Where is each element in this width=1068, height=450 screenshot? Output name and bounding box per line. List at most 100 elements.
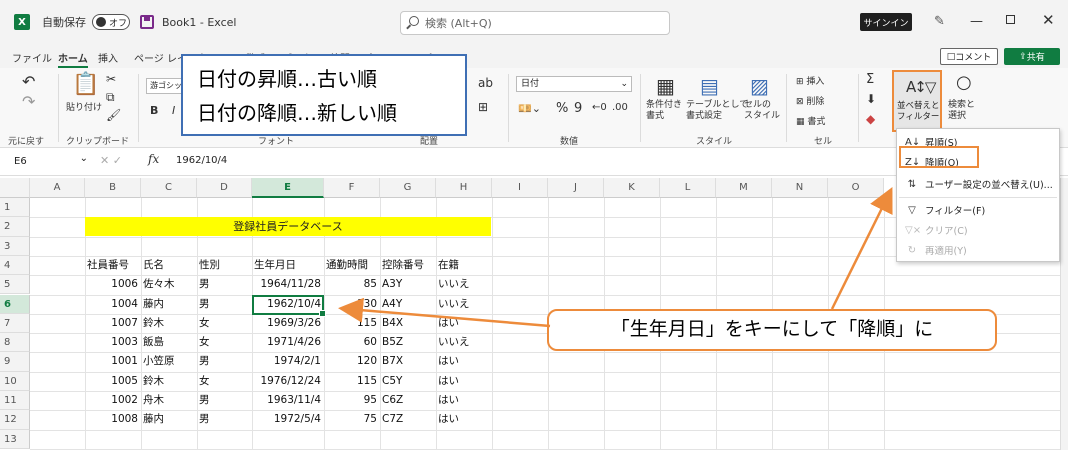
font-name-select[interactable]: 游ゴシック — [146, 78, 186, 94]
conditional-format-button[interactable]: 条件付き 書式 — [646, 100, 682, 122]
column-header-g[interactable]: G — [380, 178, 436, 198]
data-cell[interactable]: 85 — [324, 275, 377, 293]
data-cell[interactable]: 1007 — [85, 314, 138, 332]
tab-insert[interactable]: 挿入 — [98, 50, 118, 65]
data-cell[interactable]: 男 — [199, 295, 210, 313]
cut-icon[interactable]: ✂ — [106, 72, 116, 86]
data-cell[interactable]: はい — [438, 410, 459, 428]
sort-menu-item[interactable]: ▽ フィルター(F) — [905, 203, 985, 218]
data-cell[interactable]: 男 — [199, 410, 210, 428]
data-cell[interactable]: 1003 — [85, 333, 138, 351]
cell-style-button[interactable]: セルの スタイル — [744, 100, 780, 122]
row-header-3[interactable]: 3 — [0, 236, 30, 256]
select-all-corner[interactable] — [0, 178, 30, 198]
data-cell[interactable]: 藤内 — [143, 295, 164, 313]
cell-style-icon[interactable]: ▨ — [750, 74, 769, 98]
header-cell[interactable]: 社員番号 — [87, 256, 129, 274]
data-cell[interactable]: 115 — [324, 314, 377, 332]
data-cell[interactable]: はい — [438, 352, 459, 370]
data-cell[interactable]: 飯島 — [143, 333, 164, 351]
data-cell[interactable]: A4Y — [382, 295, 402, 313]
cancel-confirm-icons[interactable]: ✕ ✓ — [100, 154, 122, 167]
data-cell[interactable]: 120 — [324, 352, 377, 370]
row-header-5[interactable]: 5 — [0, 275, 30, 295]
data-cell[interactable]: いいえ — [438, 333, 470, 351]
row-header-11[interactable]: 11 — [0, 391, 30, 411]
header-cell[interactable]: 控除番号 — [382, 256, 424, 274]
data-cell[interactable]: 1005 — [85, 372, 138, 390]
delete-cells-button[interactable]: ⊠ 削除 — [796, 94, 824, 107]
data-cell[interactable]: 藤内 — [143, 410, 164, 428]
column-header-l[interactable]: L — [660, 178, 716, 198]
data-cell[interactable]: 1972/5/4 — [252, 410, 321, 428]
comma-icon[interactable]: 9 — [574, 101, 582, 116]
data-cell[interactable]: 男 — [199, 391, 210, 409]
save-icon[interactable] — [140, 15, 154, 29]
data-cell[interactable]: 1963/11/4 — [252, 391, 321, 409]
row-header-6[interactable]: 6 — [0, 294, 30, 314]
data-cell[interactable]: 1004 — [85, 295, 138, 313]
column-header-c[interactable]: C — [141, 178, 197, 198]
data-cell[interactable]: 1001 — [85, 352, 138, 370]
format-as-table-button[interactable]: テーブルとして 書式設定 — [686, 100, 748, 122]
data-cell[interactable]: 1006 — [85, 275, 138, 293]
data-cell[interactable]: 鈴木 — [143, 372, 164, 390]
bold-button[interactable]: B — [150, 104, 158, 117]
column-header-e[interactable]: E — [252, 178, 324, 198]
share-button[interactable]: ⇪ 共有 — [1004, 48, 1060, 65]
column-header-d[interactable]: D — [197, 178, 252, 198]
merge-cells-icon[interactable]: ⊞ — [478, 100, 488, 114]
formula-input[interactable]: 1962/10/4 — [176, 155, 227, 166]
italic-button[interactable]: I — [172, 104, 175, 117]
data-cell[interactable]: 鈴木 — [143, 314, 164, 332]
find-icon[interactable]: ○ — [956, 72, 972, 93]
data-cell[interactable]: 佐々木 — [143, 275, 175, 293]
data-cell[interactable]: 女 — [199, 333, 210, 351]
header-cell[interactable]: 在籍 — [438, 256, 459, 274]
pen-icon[interactable]: ✎ — [934, 14, 945, 29]
format-cells-button[interactable]: ▦ 書式 — [796, 114, 825, 127]
decrease-decimal-icon[interactable]: .00 — [612, 102, 628, 113]
data-cell[interactable]: 女 — [199, 372, 210, 390]
data-cell[interactable]: 75 — [324, 410, 377, 428]
data-cell[interactable]: 1971/4/26 — [252, 333, 321, 351]
data-cell[interactable]: 115 — [324, 372, 377, 390]
format-painter-icon[interactable]: 🖌 — [106, 108, 121, 122]
header-cell[interactable]: 氏名 — [143, 256, 164, 274]
data-cell[interactable]: 1002 — [85, 391, 138, 409]
data-cell[interactable]: はい — [438, 391, 459, 409]
column-header-b[interactable]: B — [85, 178, 141, 198]
column-header-k[interactable]: K — [604, 178, 660, 198]
header-cell[interactable]: 生年月日 — [254, 256, 296, 274]
data-cell[interactable]: 1008 — [85, 410, 138, 428]
data-cell[interactable]: いいえ — [438, 295, 470, 313]
row-header-9[interactable]: 9 — [0, 352, 30, 372]
sort-filter-button[interactable]: A↕▽ 並べ替えと フィルター — [892, 70, 942, 132]
data-cell[interactable]: 1969/3/26 — [252, 314, 321, 332]
data-cell[interactable]: B4X — [382, 314, 403, 332]
comment-button[interactable]: □ コメント — [940, 48, 998, 65]
column-header-i[interactable]: I — [492, 178, 548, 198]
data-cell[interactable]: C7Z — [382, 410, 403, 428]
row-header-10[interactable]: 10 — [0, 371, 30, 391]
percent-icon[interactable]: % — [556, 101, 568, 116]
tab-home[interactable]: ホーム — [58, 50, 88, 68]
autosum-icon[interactable]: Σ — [866, 72, 874, 87]
column-header-h[interactable]: H — [436, 178, 492, 198]
data-cell[interactable]: B7X — [382, 352, 403, 370]
data-cell[interactable]: はい — [438, 372, 459, 390]
column-header-o[interactable]: O — [828, 178, 884, 198]
data-cell[interactable]: 1974/2/1 — [252, 352, 321, 370]
paste-icon[interactable]: 📋 — [72, 72, 99, 97]
data-cell[interactable]: 130 — [324, 295, 377, 313]
data-cell[interactable]: A3Y — [382, 275, 402, 293]
maximize-icon[interactable] — [1006, 15, 1015, 24]
data-cell[interactable]: C6Z — [382, 391, 403, 409]
data-cell[interactable]: いいえ — [438, 275, 470, 293]
data-cell[interactable]: 女 — [199, 314, 210, 332]
data-cell[interactable]: C5Y — [382, 372, 402, 390]
column-header-j[interactable]: J — [548, 178, 604, 198]
redo-icon[interactable]: ↷ — [22, 92, 35, 111]
data-cell[interactable]: 1976/12/24 — [252, 372, 321, 390]
header-cell[interactable]: 通勤時間 — [326, 256, 368, 274]
